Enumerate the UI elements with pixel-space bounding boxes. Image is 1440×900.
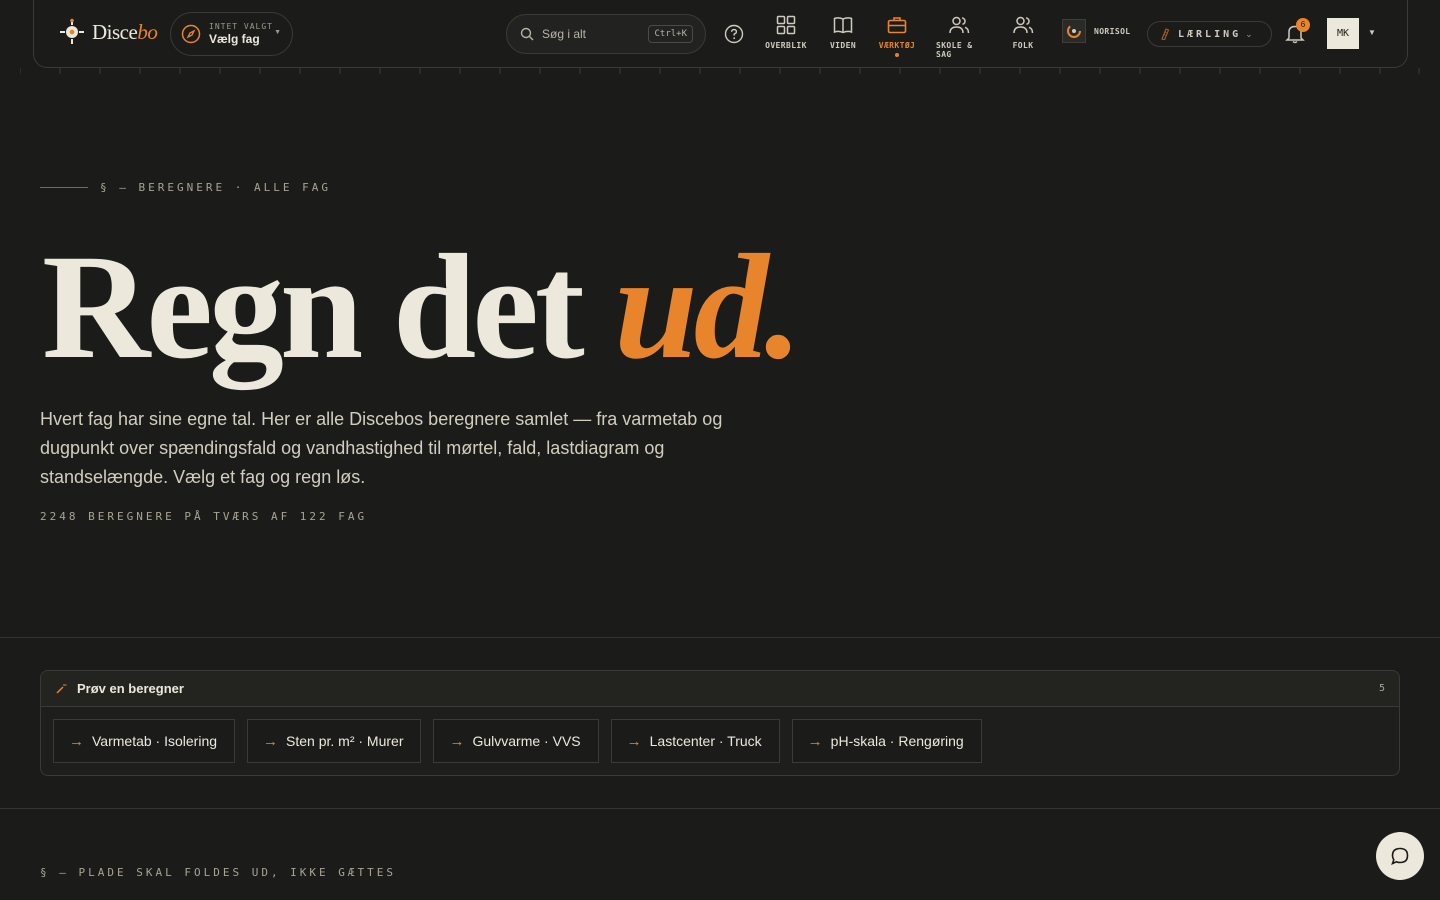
nav-item-folk[interactable]: FOLK bbox=[993, 14, 1053, 50]
org-name: NORISOL bbox=[1094, 26, 1131, 36]
notification-badge: 6 bbox=[1296, 18, 1310, 32]
grid-icon bbox=[776, 15, 796, 35]
org-logo bbox=[1062, 19, 1086, 43]
nav-label: OVERBLIK bbox=[765, 41, 807, 50]
compass-icon bbox=[181, 24, 201, 44]
arrow-right-icon: → bbox=[263, 732, 279, 750]
nav-item-vaerktoej[interactable]: VÆRKTØJ bbox=[867, 14, 927, 57]
hero-eyebrow-text: § — BEREGNERE · ALLE FAG bbox=[100, 181, 331, 194]
toolbox-icon bbox=[887, 17, 907, 34]
search-shortcut: Ctrl+K bbox=[648, 25, 693, 43]
nav-label: SKOLE & SAG bbox=[936, 41, 973, 59]
calculator-chip[interactable]: → Varmetab · Isolering bbox=[53, 719, 236, 763]
arrow-right-icon: → bbox=[449, 732, 465, 750]
wand-icon bbox=[56, 683, 67, 694]
arrow-right-icon: → bbox=[626, 732, 642, 750]
hero-lead: Hvert fag har sine egne tal. Her er alle… bbox=[40, 409, 723, 487]
nav-item-skole-sag[interactable]: SKOLE & SAG bbox=[930, 14, 990, 59]
fag-selector-label: Vælg fag bbox=[209, 32, 260, 46]
nav-item-overblik[interactable]: OVERBLIK bbox=[756, 14, 816, 50]
top-navigation: Discebo INTET VALGT Vælg fag ▼ Søg i alt… bbox=[33, 0, 1408, 68]
chevron-down-icon: ▼ bbox=[274, 29, 281, 36]
section-divider bbox=[0, 637, 1440, 638]
try-calculator-panel: Prøv en beregner 5 → Varmetab · Isolering… bbox=[40, 670, 1400, 776]
page-title: Regn det ud. bbox=[42, 224, 802, 390]
arrow-right-icon: → bbox=[807, 732, 823, 750]
calculator-count: 2248 BEREGNERE PÅ TVÆRS AF 122 FAG bbox=[40, 510, 368, 523]
chevron-down-icon[interactable]: ▼ bbox=[1368, 28, 1376, 37]
active-indicator bbox=[895, 53, 899, 57]
arrow-right-icon: → bbox=[69, 732, 84, 750]
brand-name: Discebo bbox=[92, 19, 158, 44]
nav-item-viden[interactable]: VIDEN bbox=[813, 14, 873, 50]
calculator-chip[interactable]: → Sten pr. m² · Murer bbox=[247, 719, 422, 763]
fag-selector[interactable]: INTET VALGT Vælg fag ▼ bbox=[170, 12, 293, 56]
chat-button[interactable] bbox=[1376, 832, 1424, 880]
calculator-chip[interactable]: → pH-skala · Rengøring bbox=[791, 719, 982, 763]
nav-label: FOLK bbox=[1012, 41, 1034, 50]
panel-header: Prøv en beregner 5 bbox=[41, 671, 1399, 707]
section-divider bbox=[0, 808, 1440, 809]
help-icon[interactable] bbox=[724, 24, 744, 44]
ruler-icon bbox=[1161, 28, 1170, 40]
eyebrow-rule bbox=[40, 187, 88, 188]
calculator-chip-list: → Varmetab · Isolering → Sten pr. m² · Mur… bbox=[41, 707, 1399, 763]
role-label: LÆRLING bbox=[1178, 28, 1242, 40]
brand-logo[interactable]: Discebo bbox=[58, 18, 158, 46]
chat-bubble-icon bbox=[1391, 847, 1409, 865]
avatar[interactable]: MK bbox=[1327, 18, 1359, 49]
ruler-ticks bbox=[20, 68, 1420, 74]
calculator-chip[interactable]: → Lastcenter · Truck bbox=[610, 719, 780, 763]
org-logo-icon bbox=[1067, 24, 1081, 38]
chevron-down-icon: ⌄ bbox=[1245, 28, 1253, 39]
panel-count: 5 bbox=[1378, 683, 1385, 694]
hero-eyebrow: § — BEREGNERE · ALLE FAG bbox=[40, 181, 331, 194]
book-icon bbox=[833, 17, 853, 34]
page-title-accent: ud. bbox=[614, 224, 802, 390]
nav-label: VIDEN bbox=[829, 41, 857, 50]
section-eyebrow: § — PLADE SKAL FOLDES UD, IKKE GÆTTES bbox=[40, 866, 397, 879]
logo-mark-icon bbox=[60, 18, 84, 44]
search-input[interactable]: Søg i alt Ctrl+K bbox=[506, 14, 706, 54]
calculator-chip[interactable]: → Gulvvarme · VVS bbox=[433, 719, 599, 763]
panel-title: Prøv en beregner bbox=[77, 681, 184, 696]
role-selector[interactable]: LÆRLING ⌄ bbox=[1147, 21, 1272, 47]
people-icon bbox=[1013, 16, 1034, 34]
search-icon bbox=[520, 27, 534, 41]
search-placeholder: Søg i alt bbox=[542, 27, 587, 41]
org-switcher[interactable]: NORISOL bbox=[1062, 19, 1131, 43]
fag-selector-status: INTET VALGT bbox=[209, 22, 273, 31]
nav-label: VÆRKTØJ bbox=[878, 41, 916, 50]
users-icon bbox=[949, 16, 970, 34]
